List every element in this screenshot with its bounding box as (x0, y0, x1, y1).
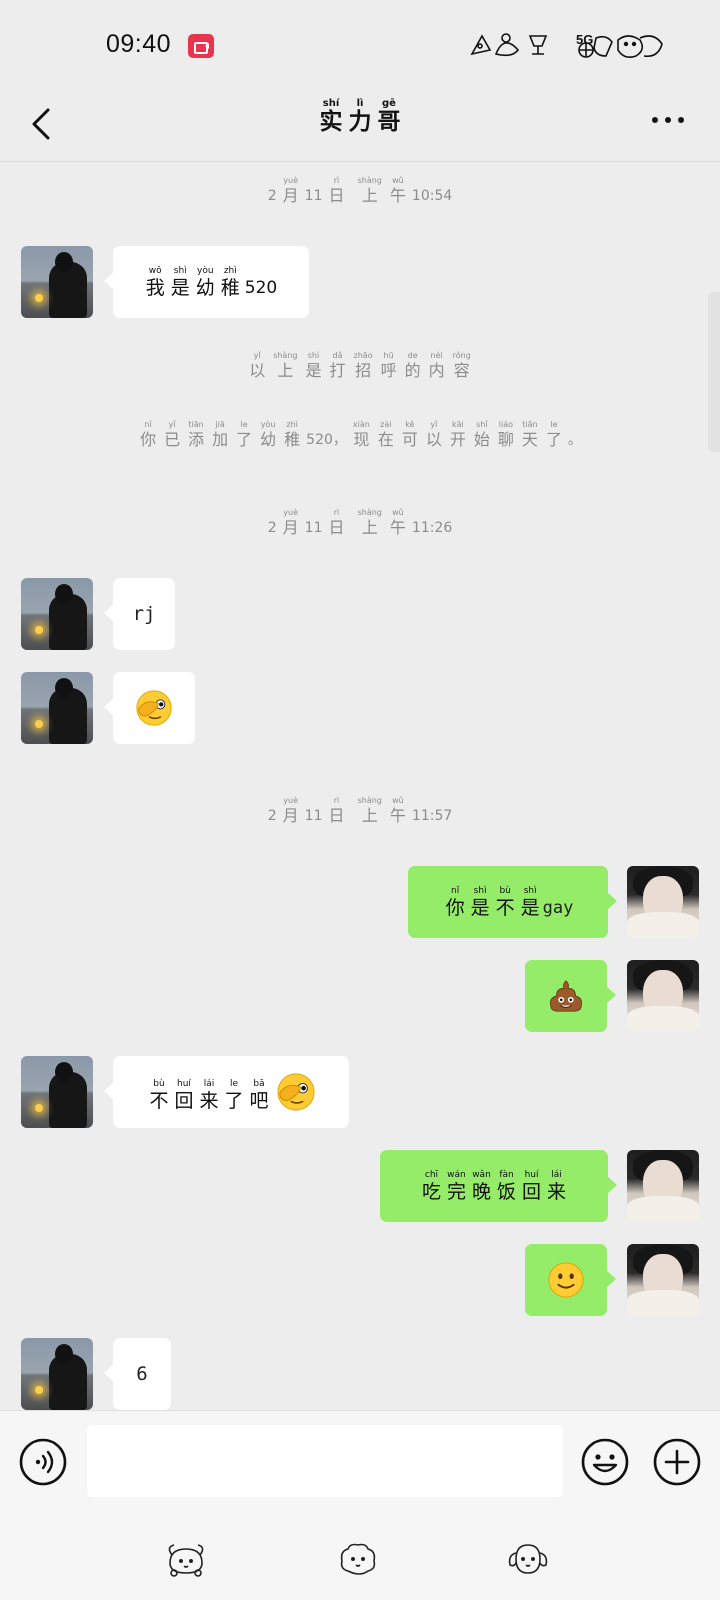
message-bubble-sent[interactable]: chī 吃 wán 完 wǎn 晚 fàn 饭 huí 回 lái 来 (380, 1150, 617, 1222)
plus-circle-icon[interactable] (652, 1437, 702, 1487)
status-doodle-icons (470, 33, 663, 58)
status-icons: 5G (468, 28, 668, 62)
message-bubble-received[interactable]: bù 不 huí 回 lái 来 le 了 bā 吧 (104, 1056, 349, 1128)
message-text: bù 不 huí 回 lái 来 le 了 bā 吧 (146, 1072, 315, 1112)
network-type: 5G (576, 32, 594, 47)
sheep-doodle-icon[interactable] (336, 1539, 380, 1579)
my-avatar[interactable] (627, 1244, 699, 1316)
message-text: nǐ 你 shì 是 bù 不 shì 是 gay (445, 885, 574, 919)
screen-record-icon (188, 34, 214, 58)
timestamp: 2 yuè 月 11 rì 日 shàng 上 wǔ 午 11:57 (267, 796, 453, 825)
my-avatar[interactable] (627, 866, 699, 938)
more-dots-icon[interactable] (650, 114, 686, 126)
title-char: lì 力 (348, 98, 372, 135)
status-time: 09:40 (106, 30, 172, 58)
status-bar: 09:40 5G (0, 0, 720, 90)
message-bubble-sent[interactable]: nǐ 你 shì 是 bù 不 shì 是 gay (408, 866, 617, 938)
input-bar (0, 1410, 720, 1600)
title-char: shí 实 (319, 98, 343, 135)
message-text: wǒ 我 shì 是 yòu 幼 zhì 稚 520 (145, 265, 278, 299)
voice-icon[interactable] (18, 1437, 68, 1487)
dog-doodle-icon[interactable] (164, 1539, 208, 1579)
message-text: chī 吃 wán 完 wǎn 晚 fàn 饭 huí 回 lái 来 (421, 1169, 567, 1203)
system-note-greeting: yǐ 以 shàng 上 shì 是 dǎ 打 zhāo 招 hū 呼 de 的 nèi 内 róng 容 (249, 351, 471, 380)
timestamp: 2 yuè 月 11 rì 日 shàng 上 wǔ 午 11:26 (267, 508, 453, 537)
contact-avatar[interactable] (21, 1056, 93, 1128)
chat-title: shí 实 lì 力 gē 哥 (0, 98, 720, 135)
message-bubble-received[interactable]: rj (104, 578, 175, 650)
face-covering-eye-emoji (136, 690, 172, 726)
contact-avatar[interactable] (21, 578, 93, 650)
title-char: gē 哥 (377, 98, 401, 135)
chat-header: shí 实 lì 力 gē 哥 (0, 90, 720, 162)
contact-avatar[interactable] (21, 672, 93, 744)
message-text: 6 (136, 1363, 148, 1385)
contact-avatar[interactable] (21, 1338, 93, 1410)
puppy-doodle-icon[interactable] (506, 1539, 550, 1579)
my-avatar[interactable] (627, 960, 699, 1032)
contact-avatar[interactable] (21, 246, 93, 318)
message-bubble-received[interactable]: wǒ 我 shì 是 yòu 幼 zhì 稚 520 (104, 246, 309, 318)
face-covering-eye-emoji (276, 1073, 315, 1111)
smile-emoji (548, 1262, 584, 1298)
message-bubble-received[interactable]: 6 (104, 1338, 171, 1410)
message-bubble-sent[interactable] (525, 1244, 616, 1316)
message-bubble-sent[interactable] (525, 960, 616, 1032)
message-input[interactable] (87, 1425, 563, 1497)
timestamp: 2 yuè 月 11 rì 日 shàng 上 wǔ 午 10:54 (267, 176, 453, 205)
poop-emoji (549, 980, 583, 1012)
message-bubble-received[interactable] (104, 672, 195, 744)
message-text: rj (132, 603, 156, 625)
emoji-face-icon[interactable] (580, 1437, 630, 1487)
system-note-added: nǐ 你 yǐ 已 tiān 添 jiā 加 le 了 yòu 幼 zhì 稚 520， xiàn 现 zài 在 k… (140, 420, 582, 449)
my-avatar[interactable] (627, 1150, 699, 1222)
